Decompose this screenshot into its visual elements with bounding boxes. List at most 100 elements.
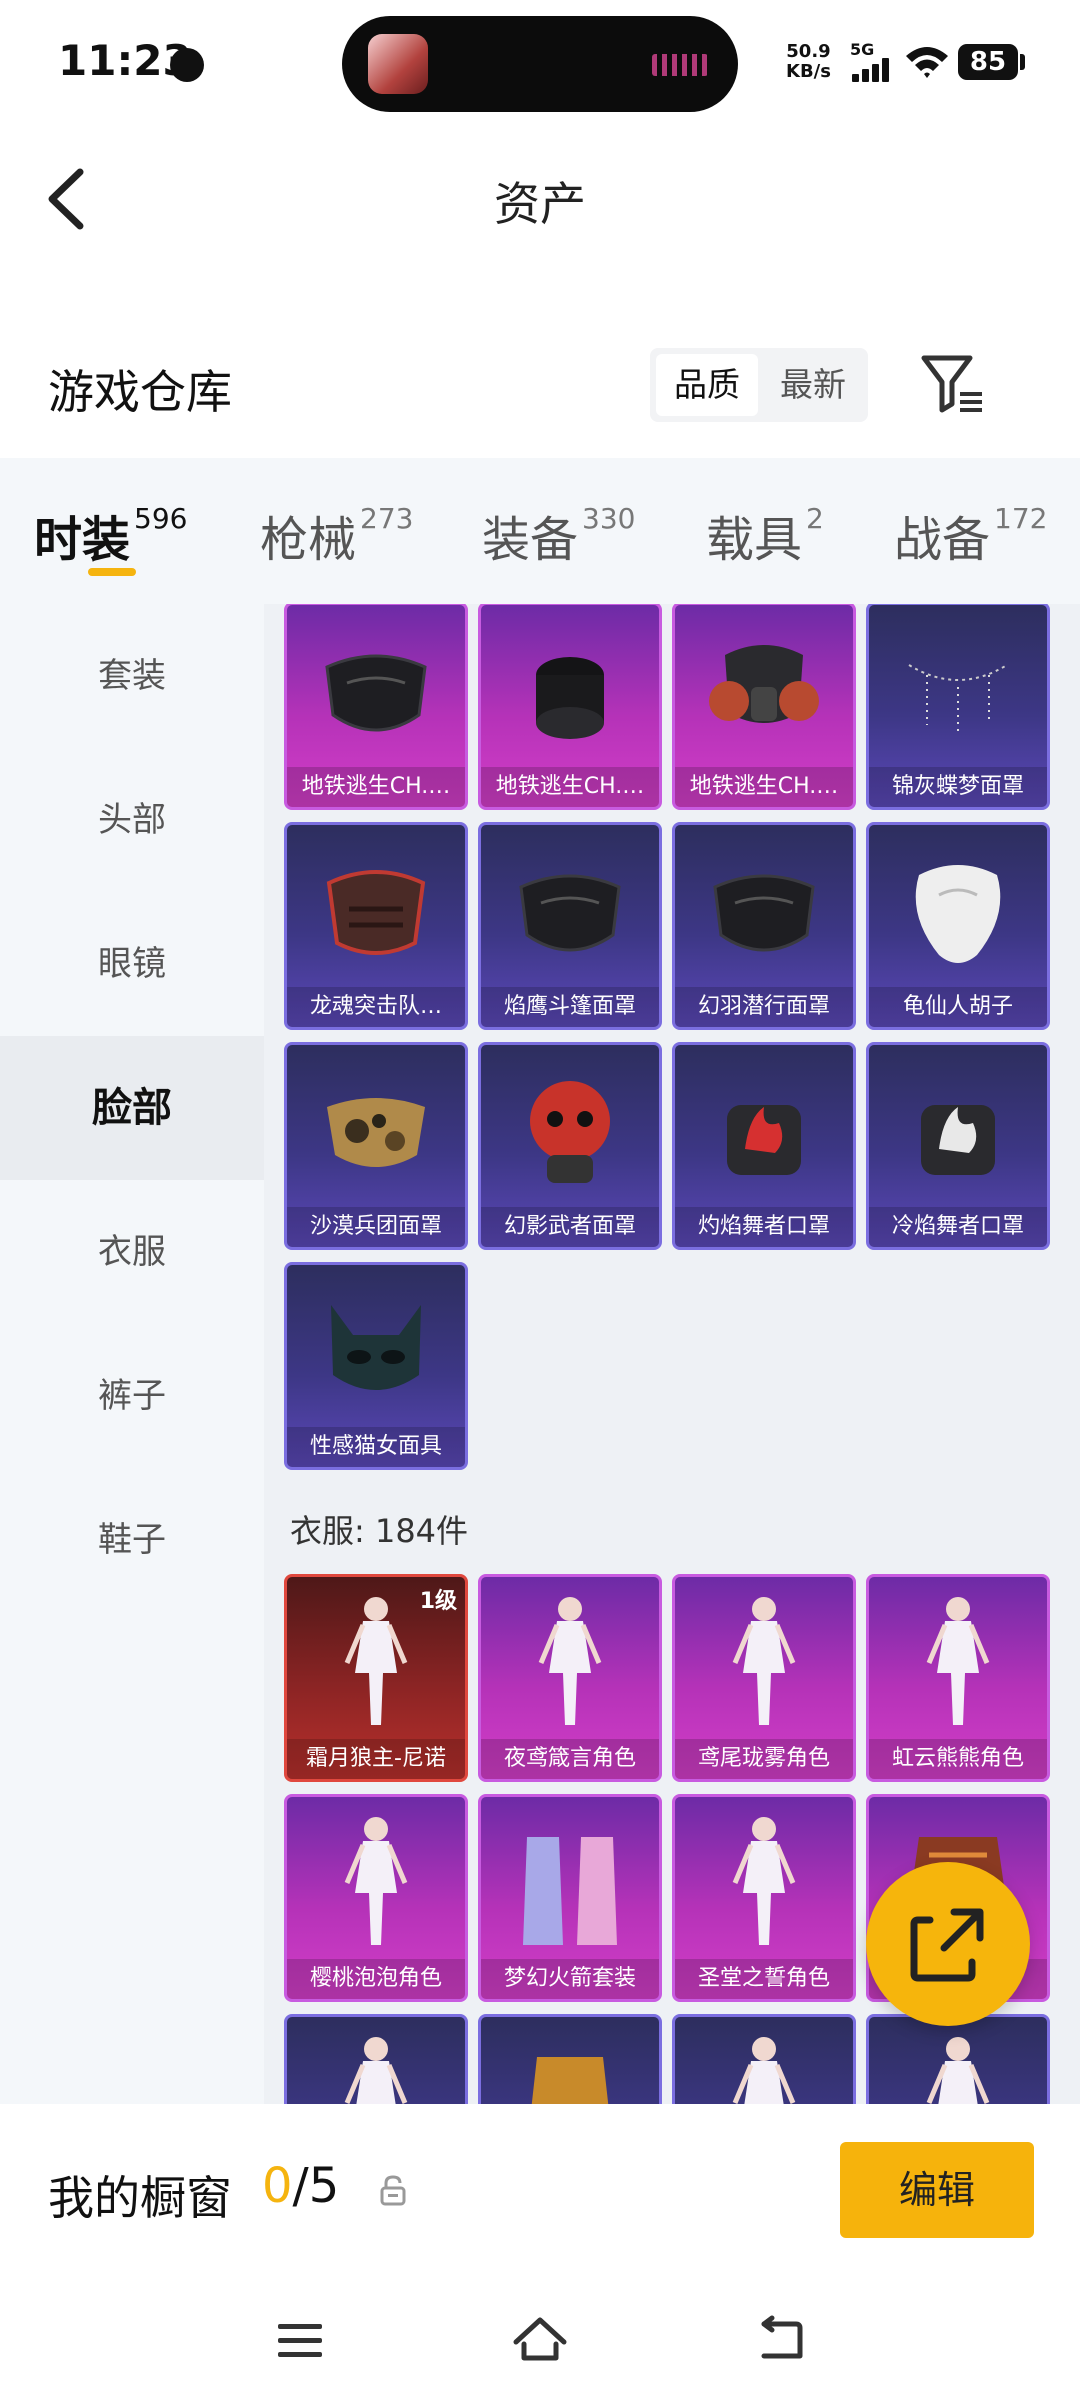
gas-mask-icon [709,645,819,723]
face-card[interactable]: 焰鹰斗篷面罩 [478,822,662,1030]
item-name: 夜鸢箴言角色 [481,1739,659,1779]
character-icon [926,2037,990,2104]
face-card[interactable]: 性感猫女面具 [284,1262,468,1470]
item-name: 焰鹰斗篷面罩 [481,987,659,1027]
page-title: 资产 [494,177,586,231]
chain-veil-icon [908,664,1008,735]
white-flame-gaiter-icon [921,1105,995,1175]
notification-icon [170,48,204,82]
cat-mask-icon [331,1305,421,1390]
item-name: 地铁逃生CH.… [481,767,659,807]
active-tab-indicator [88,568,136,576]
sort-quality-button[interactable]: 品质 [656,354,758,416]
side-item-head[interactable]: 头部 [0,748,264,892]
item-name: 锦灰蝶梦面罩 [869,767,1047,807]
tab-equipment[interactable]: 装备 330 [482,500,635,570]
clothes-card[interactable]: 1级霜月狼主-尼诺 [284,1574,468,1782]
flame-gaiter-icon [727,1105,801,1175]
showcase-count: 0/5 [262,2158,340,2214]
item-level-badge: 1级 [419,1589,457,1614]
item-name: 梦幻火箭套装 [481,1959,659,1999]
clothes-card[interactable] [866,2014,1050,2104]
clothes-card[interactable]: 圣堂之誓角色 [672,1794,856,2002]
dragon-mask-icon [326,870,426,955]
tab-guns[interactable]: 枪械 273 [260,500,413,570]
face-card[interactable]: 冷焰舞者口罩 [866,1042,1050,1250]
side-item-pants[interactable]: 裤子 [0,1324,264,1468]
clothes-card[interactable]: 樱桃泡泡角色 [284,1794,468,2002]
character-icon [732,2037,796,2104]
filter-icon[interactable] [920,352,986,416]
side-item-suit[interactable]: 套装 [0,604,264,748]
clothes-card[interactable] [672,2014,856,2104]
face-card[interactable]: 龙魂突击队… [284,822,468,1030]
share-button[interactable] [866,1862,1030,2026]
tab-tactical[interactable]: 战备 172 [894,500,1047,570]
wifi-icon [906,47,948,78]
clothes-card[interactable] [478,2014,662,2104]
clothes-card[interactable]: 梦幻火箭套装 [478,1794,662,2002]
side-menu: 套装 头部 眼镜 脸部 衣服 裤子 鞋子 [0,604,264,2104]
clothes-card[interactable]: 鸢尾珑雾角色 [672,1574,856,1782]
black-mask-icon [325,654,427,732]
suits-icon [523,1837,617,1945]
character-icon [344,2037,408,2104]
item-name: 樱桃泡泡角色 [287,1959,465,1999]
signal-icon [852,58,892,82]
item-name: 沙漠兵团面罩 [287,1207,465,1247]
clothes-card[interactable]: 虹云熊熊角色 [866,1574,1050,1782]
category-tabs: 时装 596 枪械 273 装备 330 载具 2 战备 172 [0,458,1080,604]
back-nav-icon[interactable] [750,2310,810,2370]
item-name: 幻羽潜行面罩 [675,987,853,1027]
outfit-icon [531,2057,609,2104]
face-card[interactable]: 锦灰蝶梦面罩 [866,604,1050,810]
face-card[interactable]: 幻羽潜行面罩 [672,822,856,1030]
edit-showcase-button[interactable]: 编辑 [840,2142,1034,2238]
red-oni-mask-icon [530,1081,610,1183]
item-name: 灼焰舞者口罩 [675,1207,853,1247]
face-card[interactable]: 地铁逃生CH.… [672,604,856,810]
clothes-card[interactable]: 夜鸢箴言角色 [478,1574,662,1782]
face-card[interactable]: 幻影武者面罩 [478,1042,662,1250]
character-icon [538,1597,602,1725]
white-beard-icon [915,865,1001,963]
item-name: 龟仙人胡子 [869,987,1047,1027]
item-name: 冷焰舞者口罩 [869,1207,1047,1247]
showcase-bar: 我的橱窗 0/5 编辑 [0,2104,1080,2280]
black-mask-icon [713,874,815,952]
audio-wave-icon [652,54,708,76]
page-header: 资产 [0,120,1080,270]
face-card[interactable]: 灼焰舞者口罩 [672,1042,856,1250]
status-bar: 11:23 50.9 KB/s 5G 85 [0,0,1080,120]
battery-icon: 85 [958,44,1018,80]
item-name: 龙魂突击队… [287,987,465,1027]
system-nav-bar [0,2280,1080,2400]
item-name: 虹云熊熊角色 [869,1739,1047,1779]
lock-icon [380,2175,406,2206]
share-icon [910,1908,984,1982]
home-icon[interactable] [510,2310,570,2370]
showcase-title: 我的橱窗 [48,2171,232,2225]
tab-fashion[interactable]: 时装 596 [34,500,187,570]
side-item-shoes[interactable]: 鞋子 [0,1468,264,1612]
face-card[interactable]: 沙漠兵团面罩 [284,1042,468,1250]
warehouse-title: 游戏仓库 [48,365,232,419]
app-avatar-icon [368,34,428,94]
character-icon [732,1817,796,1945]
side-item-clothes[interactable]: 衣服 [0,1180,264,1324]
black-mask-icon [519,874,621,952]
side-item-face[interactable]: 脸部 [0,1036,264,1180]
sort-toggle: 品质 最新 [650,348,868,422]
sort-newest-button[interactable]: 最新 [762,354,864,416]
tab-vehicles[interactable]: 载具 2 [706,500,824,570]
face-card[interactable]: 地铁逃生CH.… [478,604,662,810]
item-name: 霜月狼主-尼诺 [287,1739,465,1779]
side-item-glasses[interactable]: 眼镜 [0,892,264,1036]
item-name: 圣堂之誓角色 [675,1959,853,1999]
face-card[interactable]: 龟仙人胡子 [866,822,1050,1030]
clothes-card[interactable] [284,2014,468,2104]
face-card[interactable]: 地铁逃生CH.… [284,604,468,810]
dynamic-island[interactable] [342,16,738,112]
menu-icon[interactable] [270,2310,330,2370]
camo-mask-icon [327,1098,425,1167]
